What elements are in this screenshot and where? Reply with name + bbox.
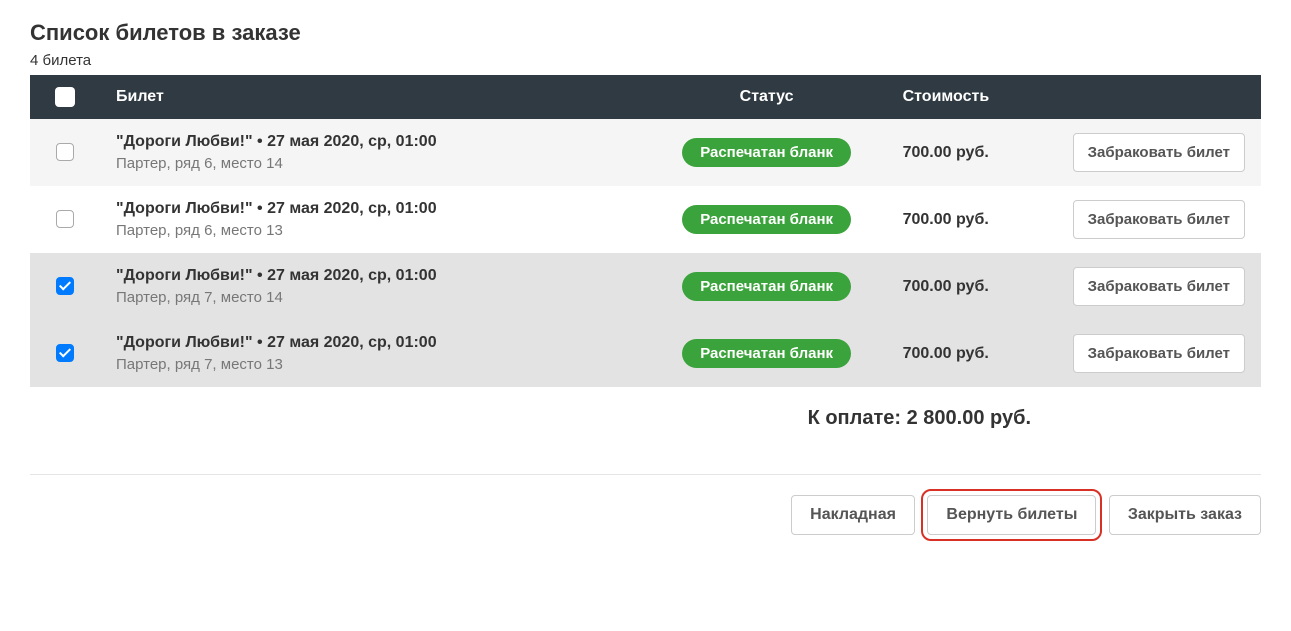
ticket-seat: Партер, ряд 6, место 14 <box>116 155 631 172</box>
ticket-title: "Дороги Любви!" • 27 мая 2020, ср, 01:00 <box>116 334 631 352</box>
ticket-title: "Дороги Любви!" • 27 мая 2020, ср, 01:00 <box>116 200 631 218</box>
reject-ticket-button[interactable]: Забраковать билет <box>1073 200 1245 239</box>
ticket-price: 700.00 руб. <box>903 211 989 228</box>
table-row: "Дороги Любви!" • 27 мая 2020, ср, 01:00… <box>30 119 1261 186</box>
column-ticket: Билет <box>100 75 647 119</box>
section-title: Список билетов в заказе <box>30 20 1261 46</box>
table-row: "Дороги Любви!" • 27 мая 2020, ср, 01:00… <box>30 186 1261 253</box>
select-all-checkbox[interactable] <box>55 87 75 107</box>
ticket-title: "Дороги Любви!" • 27 мая 2020, ср, 01:00 <box>116 267 631 285</box>
status-badge: Распечатан бланк <box>682 138 851 167</box>
reject-ticket-button[interactable]: Забраковать билет <box>1073 133 1245 172</box>
ticket-count: 4 билета <box>30 52 1261 69</box>
ticket-seat: Партер, ряд 6, место 13 <box>116 222 631 239</box>
footer-actions: Накладная Вернуть билеты Закрыть заказ <box>30 495 1261 535</box>
column-status: Статус <box>647 75 887 119</box>
ticket-seat: Партер, ряд 7, место 13 <box>116 356 631 373</box>
row-checkbox[interactable] <box>56 143 74 161</box>
ticket-price: 700.00 руб. <box>903 278 989 295</box>
return-tickets-button[interactable]: Вернуть билеты <box>927 495 1096 535</box>
column-price: Стоимость <box>887 75 1057 119</box>
status-badge: Распечатан бланк <box>682 205 851 234</box>
row-checkbox[interactable] <box>56 210 74 228</box>
invoice-button[interactable]: Накладная <box>791 495 915 535</box>
ticket-title: "Дороги Любви!" • 27 мая 2020, ср, 01:00 <box>116 133 631 151</box>
tickets-table: Билет Статус Стоимость "Дороги Любви!" •… <box>30 75 1261 387</box>
ticket-price: 700.00 руб. <box>903 345 989 362</box>
divider <box>30 474 1261 475</box>
ticket-price: 700.00 руб. <box>903 144 989 161</box>
total-label: К оплате: 2 800.00 руб. <box>30 387 1261 450</box>
reject-ticket-button[interactable]: Забраковать билет <box>1073 334 1245 373</box>
table-row: "Дороги Любви!" • 27 мая 2020, ср, 01:00… <box>30 320 1261 387</box>
table-row: "Дороги Любви!" • 27 мая 2020, ср, 01:00… <box>30 253 1261 320</box>
ticket-seat: Партер, ряд 7, место 14 <box>116 289 631 306</box>
status-badge: Распечатан бланк <box>682 272 851 301</box>
close-order-button[interactable]: Закрыть заказ <box>1109 495 1261 535</box>
row-checkbox[interactable] <box>56 344 74 362</box>
row-checkbox[interactable] <box>56 277 74 295</box>
reject-ticket-button[interactable]: Забраковать билет <box>1073 267 1245 306</box>
status-badge: Распечатан бланк <box>682 339 851 368</box>
